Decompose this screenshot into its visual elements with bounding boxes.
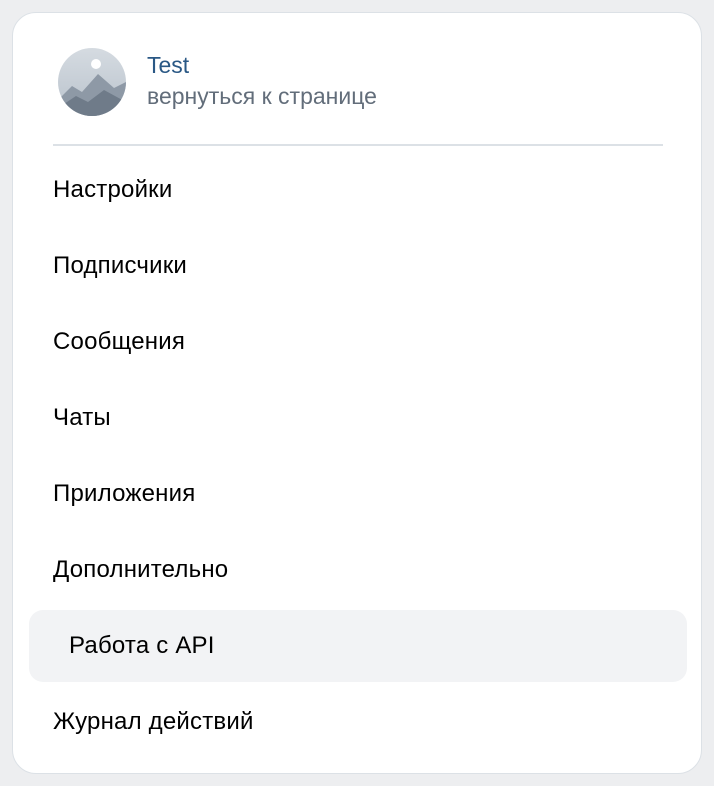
- profile-name-link[interactable]: Test: [147, 50, 377, 80]
- menu-item-settings[interactable]: Настройки: [29, 154, 687, 226]
- menu-item-api[interactable]: Работа с API: [29, 610, 687, 682]
- profile-header[interactable]: Test вернуться к странице: [58, 48, 377, 116]
- settings-menu-card: Test вернуться к странице Настройки Подп…: [12, 12, 702, 774]
- avatar[interactable]: [58, 48, 126, 116]
- menu-item-advanced[interactable]: Дополнительно: [29, 534, 687, 606]
- settings-menu: Настройки Подписчики Сообщения Чаты Прил…: [29, 154, 687, 762]
- back-to-page-link[interactable]: вернуться к странице: [147, 80, 377, 112]
- menu-item-subscribers[interactable]: Подписчики: [29, 230, 687, 302]
- menu-item-action-log[interactable]: Журнал действий: [29, 686, 687, 758]
- mountain-avatar-icon: [58, 48, 126, 116]
- profile-text: Test вернуться к странице: [147, 52, 377, 112]
- divider: [53, 144, 663, 146]
- menu-item-chats[interactable]: Чаты: [29, 382, 687, 454]
- menu-item-apps[interactable]: Приложения: [29, 458, 687, 530]
- menu-item-messages[interactable]: Сообщения: [29, 306, 687, 378]
